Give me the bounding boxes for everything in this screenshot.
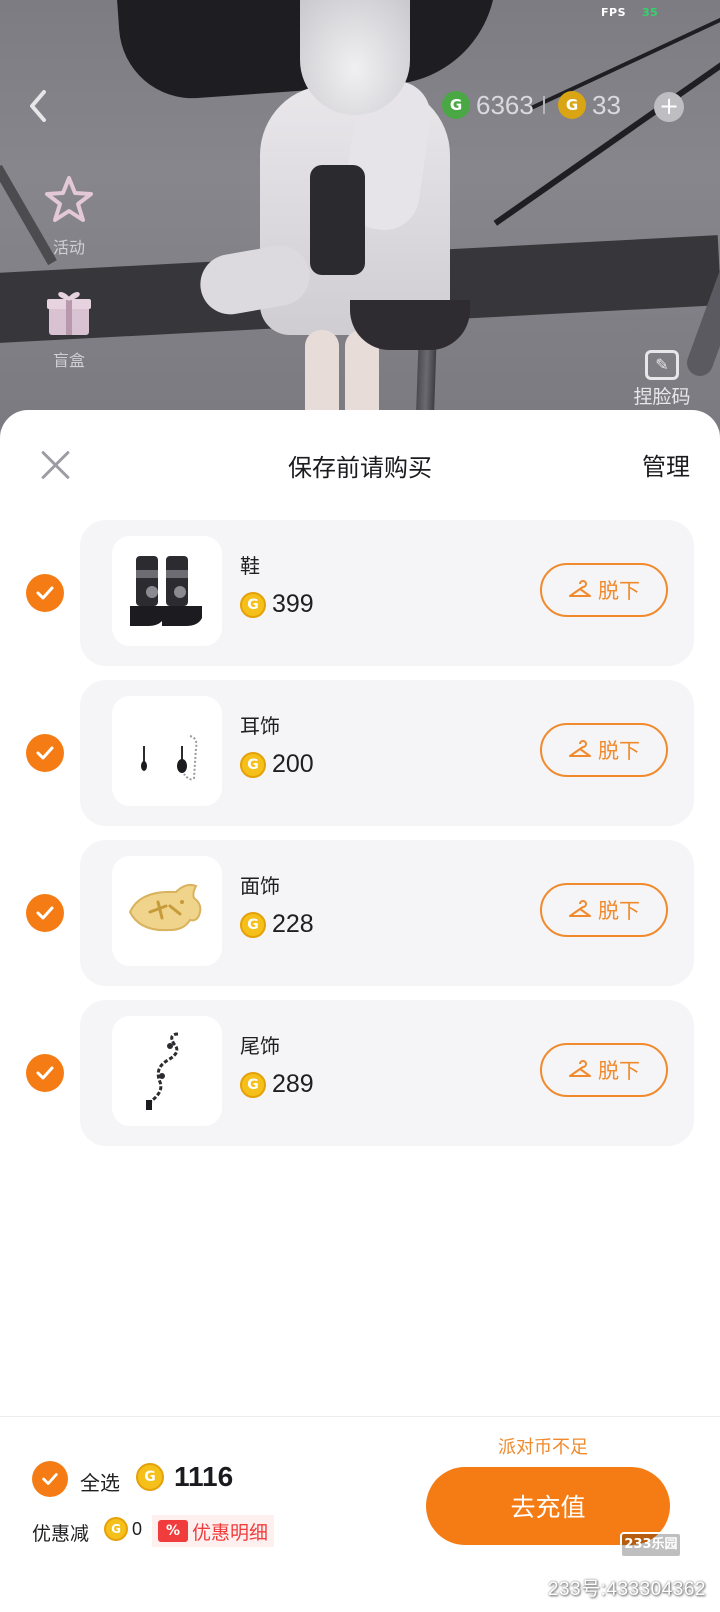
item-name: 尾饰 <box>240 1034 280 1058</box>
hanger-icon <box>569 1060 591 1077</box>
gold-coin-amount: 33 <box>592 89 621 120</box>
item-card: 鞋 G 399 脱下 <box>80 520 694 666</box>
checkmark-icon <box>36 906 54 920</box>
back-button[interactable] <box>24 88 54 124</box>
coin-icon: G <box>240 911 266 938</box>
avatar-hair <box>300 0 410 115</box>
discount-detail-link[interactable]: % 优惠明细 <box>152 1515 275 1547</box>
taiyaki-face-icon <box>112 856 222 966</box>
list-item: 鞋 G 399 脱下 <box>0 520 720 680</box>
g-coin-balance: G 6363 <box>442 86 534 124</box>
item-price-value: 289 <box>272 1070 314 1098</box>
fps-value: 35 <box>642 6 659 19</box>
add-currency-button[interactable]: + <box>654 92 684 122</box>
coin-icon: G <box>240 751 266 778</box>
select-all-label[interactable]: 全选 <box>80 1467 120 1496</box>
item-name: 面饰 <box>240 874 280 898</box>
earrings-icon <box>112 696 222 806</box>
side-menu-label: 盲盒 <box>52 351 85 370</box>
gold-coin-balance: G 33 <box>558 86 621 124</box>
side-menu-label: 活动 <box>52 238 85 257</box>
checkmark-icon <box>42 1473 58 1485</box>
avatar-vest <box>310 165 365 275</box>
item-checkbox[interactable] <box>26 734 64 772</box>
select-all-checkbox[interactable] <box>32 1461 68 1497</box>
fps-counter: FPS 35 <box>601 6 658 19</box>
insufficient-coins-notice: 派对币不足 <box>498 1437 588 1458</box>
item-card: 耳饰 G 200 脱下 <box>80 680 694 826</box>
manage-button[interactable]: 管理 <box>642 447 690 482</box>
chevron-left-icon <box>30 90 46 122</box>
checkmark-icon <box>36 586 54 600</box>
coin-icon: G <box>136 1463 164 1491</box>
watermark-logo: 233乐园 <box>620 1532 682 1558</box>
side-menu-blind-box[interactable]: 盲盒 <box>34 285 104 371</box>
coin-icon: G <box>240 591 266 618</box>
item-card: 面饰 G 228 脱下 <box>80 840 694 986</box>
discount-percent-icon: % <box>158 1520 188 1542</box>
take-off-button[interactable]: 脱下 <box>540 563 668 617</box>
checkmark-icon <box>36 746 54 760</box>
coin-icon: G <box>240 1071 266 1098</box>
face-code-button[interactable]: ✎ 捏脸码 <box>622 350 702 409</box>
item-price-value: 399 <box>272 590 314 618</box>
hud-divider <box>543 96 545 114</box>
sheet-header: 保存前请购买 管理 <box>0 410 720 520</box>
item-price: G 228 <box>240 910 314 939</box>
take-off-label: 脱下 <box>598 739 640 763</box>
plus-icon: + <box>658 92 680 120</box>
item-checkbox[interactable] <box>26 894 64 932</box>
avatar-character[interactable] <box>195 0 480 430</box>
g-coin-amount: 6363 <box>476 89 534 120</box>
item-price-value: 228 <box>272 910 314 938</box>
item-card: 尾饰 G 289 脱下 <box>80 1000 694 1146</box>
item-checkbox[interactable] <box>26 574 64 612</box>
purchase-sheet: 保存前请购买 管理 鞋 G 399 脱下 耳饰 G 200 脱下 面饰 G 22… <box>0 410 720 1612</box>
item-name: 耳饰 <box>240 714 280 738</box>
list-item: 面饰 G 228 脱下 <box>0 840 720 1000</box>
take-off-button[interactable]: 脱下 <box>540 883 668 937</box>
item-name: 鞋 <box>240 554 260 578</box>
list-item: 耳饰 G 200 脱下 <box>0 680 720 840</box>
checkmark-icon <box>36 1066 54 1080</box>
discount-value: 0 <box>132 1518 143 1539</box>
face-code-icon: ✎ <box>645 350 679 380</box>
gold-coin-icon: G <box>558 91 586 119</box>
hanger-icon <box>569 740 591 757</box>
side-menu-activity[interactable]: 活动 <box>34 172 104 258</box>
star-icon <box>41 172 97 228</box>
g-coin-icon: G <box>442 91 470 119</box>
item-price: G 399 <box>240 590 314 619</box>
item-price-value: 200 <box>272 750 314 778</box>
list-item: 尾饰 G 289 脱下 <box>0 1000 720 1160</box>
gift-box-icon <box>41 285 97 341</box>
take-off-label: 脱下 <box>598 1059 640 1083</box>
boots-icon <box>112 536 222 646</box>
take-off-label: 脱下 <box>598 899 640 923</box>
sheet-title: 保存前请购买 <box>288 454 432 482</box>
game-scene <box>0 0 720 430</box>
discount-detail-label: 优惠明细 <box>192 1521 269 1544</box>
total-price-value: 1116 <box>174 1461 234 1492</box>
coin-icon: G <box>104 1517 128 1541</box>
item-checkbox[interactable] <box>26 1054 64 1092</box>
fps-label: FPS <box>601 6 626 19</box>
discount-amount: G 0 <box>104 1517 142 1541</box>
hanger-icon <box>569 580 591 597</box>
avatar-skirt <box>350 300 470 350</box>
watermark-id: 233号:433304362 <box>547 1579 706 1600</box>
take-off-label: 脱下 <box>598 579 640 603</box>
item-price: G 289 <box>240 1070 314 1099</box>
total-price: G 1116 <box>136 1461 233 1493</box>
face-code-label: 捏脸码 <box>633 386 691 408</box>
chain-tail-icon <box>112 1016 222 1126</box>
hanger-icon <box>569 900 591 917</box>
take-off-button[interactable]: 脱下 <box>540 723 668 777</box>
discount-label: 优惠减 <box>32 1523 90 1545</box>
take-off-button[interactable]: 脱下 <box>540 1043 668 1097</box>
item-price: G 200 <box>240 750 314 779</box>
